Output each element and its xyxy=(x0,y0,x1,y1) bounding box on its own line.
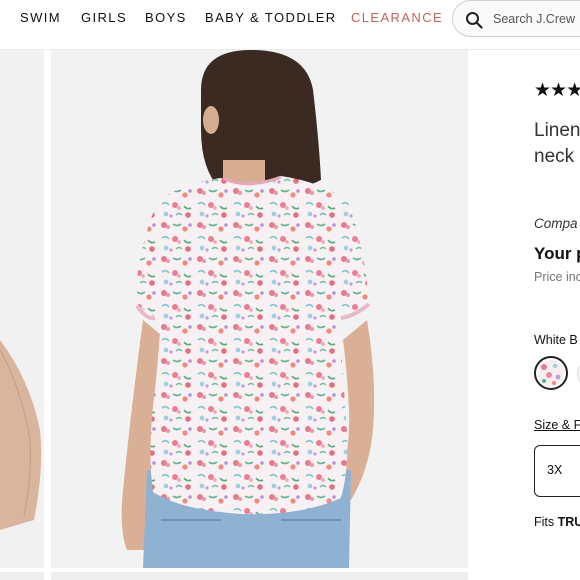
fit-info: Fits TRU xyxy=(534,515,580,529)
product-details-panel: ★★★ Linen neck Compa Your p Price inc Wh… xyxy=(468,50,580,568)
your-price-label: Your p xyxy=(534,244,580,263)
product-photo xyxy=(51,50,468,568)
gallery-thumbnail-strip xyxy=(0,568,580,580)
color-name: White B xyxy=(534,333,578,347)
nav-boys[interactable]: BOYS xyxy=(145,10,187,25)
gallery-divider xyxy=(44,50,51,568)
nav-baby-toddler[interactable]: BABY & TODDLER xyxy=(205,10,337,25)
search-placeholder: Search J.Crew xyxy=(493,12,575,26)
size-option-selected[interactable]: 3X xyxy=(534,445,580,497)
product-title-line-1: Linen xyxy=(534,120,580,141)
nav-clearance[interactable]: CLEARANCE xyxy=(351,10,443,25)
size-option-label: 3X xyxy=(547,463,563,477)
product-image-main[interactable] xyxy=(51,50,468,568)
fit-info-value: TRU xyxy=(557,515,580,529)
nav-girls[interactable]: GIRLS xyxy=(81,10,127,25)
product-title-line-2: neck xyxy=(534,146,575,167)
gallery-thumbnail[interactable] xyxy=(51,572,468,580)
top-navigation: SWIM GIRLS BOYS BABY & TODDLER CLEARANCE… xyxy=(0,0,580,50)
size-and-fit-link[interactable]: Size & F xyxy=(534,418,580,432)
swatch-floral-pattern xyxy=(538,360,564,386)
search-icon xyxy=(466,12,483,29)
rating-stars[interactable]: ★★★ xyxy=(534,79,580,102)
compare-price-label: Compa xyxy=(534,216,578,231)
gallery-image-previous[interactable] xyxy=(0,50,44,568)
search-input[interactable]: Search J.Crew xyxy=(452,0,580,37)
price-note: Price inc xyxy=(534,270,580,284)
gallery-thumbnail[interactable] xyxy=(0,572,44,580)
fit-info-prefix: Fits xyxy=(534,515,558,529)
color-swatch-selected[interactable] xyxy=(534,356,568,390)
product-title: Linen neck xyxy=(534,118,580,170)
nav-swim[interactable]: SWIM xyxy=(20,10,61,25)
